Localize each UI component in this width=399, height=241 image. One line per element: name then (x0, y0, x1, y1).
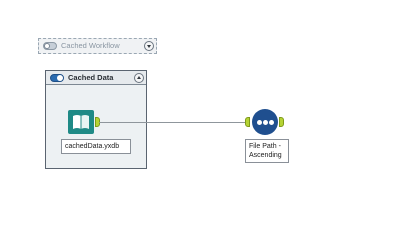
collapse-chevron-icon[interactable] (134, 73, 144, 83)
sort-tool-output-anchor[interactable] (279, 117, 284, 127)
cached-data-header: Cached Data (46, 71, 146, 85)
sort-tool-label-line2: Ascending (249, 152, 282, 159)
cached-workflow-title: Cached Workflow (61, 41, 120, 50)
sort-dot-icon (257, 120, 262, 125)
cached-data-title: Cached Data (68, 73, 114, 82)
sort-dot-icon (263, 120, 268, 125)
connection-line[interactable] (99, 122, 245, 123)
expand-chevron-icon[interactable] (144, 41, 154, 51)
input-data-tool[interactable] (68, 110, 94, 134)
input-tool-label: cachedData.yxdb (61, 139, 131, 154)
sort-tool[interactable] (252, 109, 278, 135)
sort-tool-label-line1: File Path - (249, 143, 281, 150)
cached-data-toggle[interactable] (50, 74, 64, 82)
workflow-canvas[interactable]: Cached Workflow Cached Data cachedData.y… (0, 0, 399, 241)
cached-workflow-container[interactable]: Cached Workflow (38, 38, 157, 54)
book-icon (73, 115, 89, 129)
sort-tool-label: File Path - Ascending (245, 139, 289, 163)
cached-workflow-toggle[interactable] (43, 42, 57, 50)
sort-dot-icon (269, 120, 274, 125)
sort-tool-input-anchor[interactable] (245, 117, 250, 127)
